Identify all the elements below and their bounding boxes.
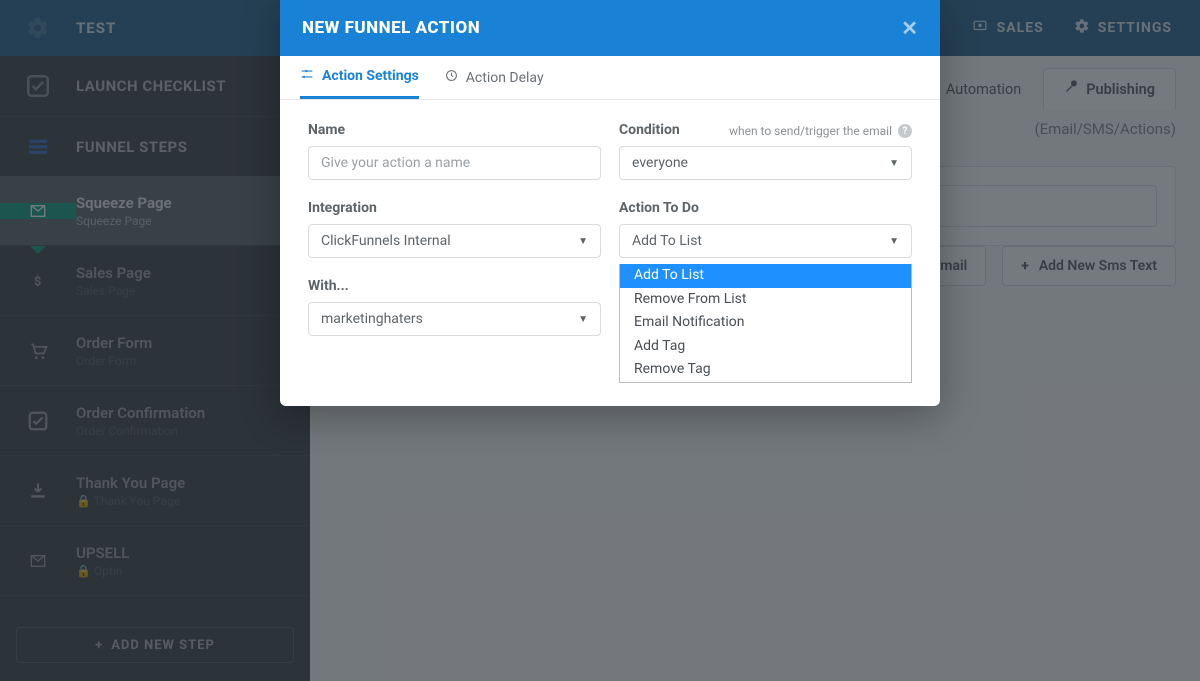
integration-select[interactable]: ClickFunnels Internal ▼ [308, 224, 601, 258]
tab-action-settings[interactable]: Action Settings [300, 56, 419, 99]
tab-action-delay[interactable]: Action Delay [445, 56, 544, 99]
with-label: With... [308, 278, 601, 294]
action-option-remove-tag[interactable]: Remove Tag [620, 358, 911, 382]
help-icon[interactable]: ? [898, 124, 912, 138]
action-option-email-notification[interactable]: Email Notification [620, 311, 911, 335]
clock-icon [445, 69, 458, 86]
condition-hint-text: when to send/trigger the email [729, 124, 892, 138]
action-name-input[interactable] [308, 146, 601, 180]
with-select[interactable]: marketinghaters ▼ [308, 302, 601, 336]
action-to-do-dropdown[interactable]: Add To ListRemove From ListEmail Notific… [619, 264, 912, 383]
action-to-do-label: Action To Do [619, 200, 912, 216]
chevron-down-icon: ▼ [578, 236, 588, 247]
chevron-down-icon: ▼ [578, 314, 588, 325]
action-option-add-tag[interactable]: Add Tag [620, 335, 911, 359]
with-value: marketinghaters [321, 311, 423, 327]
condition-value: everyone [632, 155, 688, 171]
condition-hint: when to send/trigger the email ? [729, 124, 912, 138]
action-option-add-to-list[interactable]: Add To List [620, 264, 911, 288]
action-to-do-select[interactable]: Add To List ▼ [619, 224, 912, 258]
sliders-icon [300, 67, 314, 85]
integration-label: Integration [308, 200, 601, 216]
new-funnel-action-modal: NEW FUNNEL ACTION ✕ Action Settings Acti… [280, 0, 940, 406]
modal-title: NEW FUNNEL ACTION [302, 18, 480, 38]
integration-value: ClickFunnels Internal [321, 233, 451, 249]
chevron-down-icon: ▼ [889, 236, 899, 247]
name-label: Name [308, 122, 601, 138]
tab-action-delay-label: Action Delay [466, 70, 544, 86]
action-option-remove-from-list[interactable]: Remove From List [620, 288, 911, 312]
chevron-down-icon: ▼ [889, 158, 899, 169]
tab-action-settings-label: Action Settings [322, 68, 419, 84]
close-icon[interactable]: ✕ [901, 16, 918, 40]
action-to-do-value: Add To List [632, 233, 702, 249]
condition-select[interactable]: everyone ▼ [619, 146, 912, 180]
